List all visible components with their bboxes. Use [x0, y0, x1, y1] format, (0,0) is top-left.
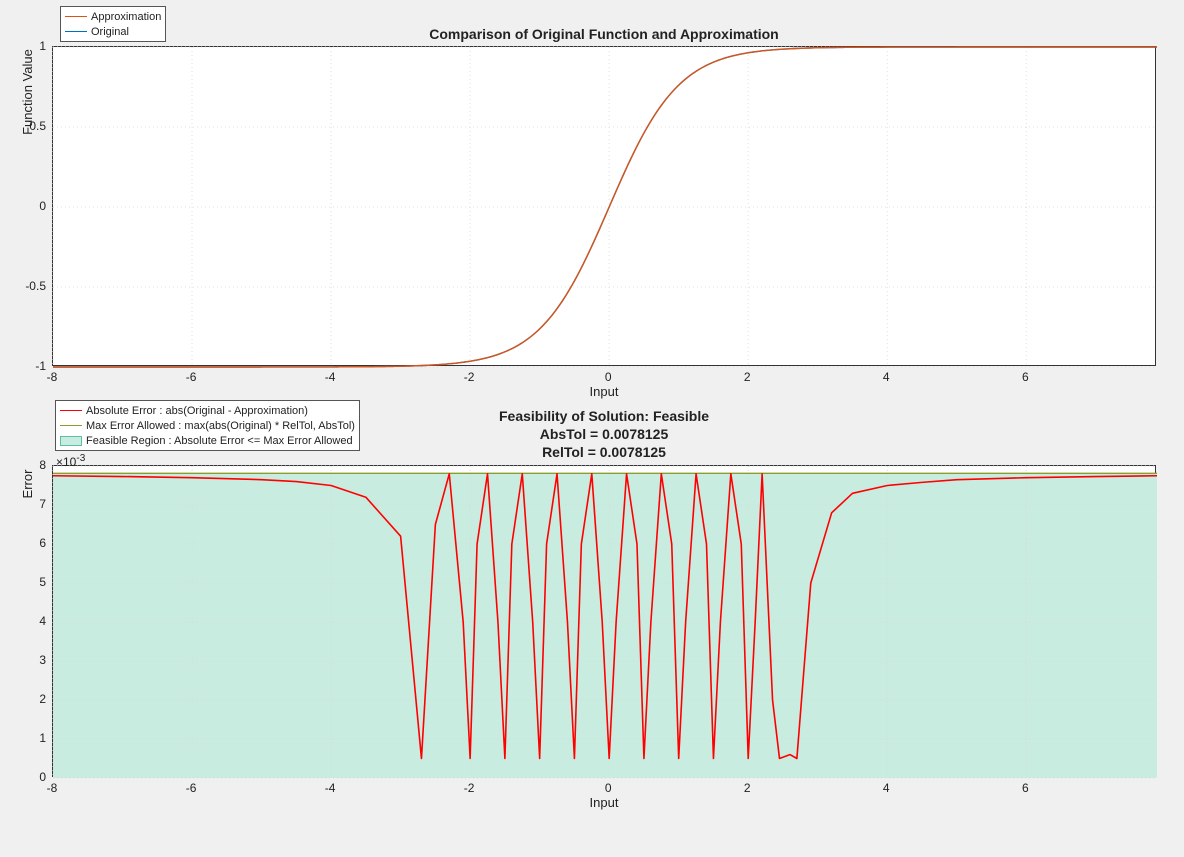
legend-top[interactable]: Approximation Original: [60, 6, 166, 42]
legend-swatch-icon: [60, 410, 82, 411]
legend-bottom-label-1: Max Error Allowed : max(abs(Original) * …: [86, 420, 355, 432]
legend-bottom-item: Max Error Allowed : max(abs(Original) * …: [60, 418, 355, 433]
legend-bottom[interactable]: Absolute Error : abs(Original - Approxim…: [55, 400, 360, 451]
legend-top-label-1: Original: [91, 26, 129, 38]
legend-top-item: Original: [65, 24, 161, 39]
tick-label: 1: [39, 731, 46, 745]
tick-label: -4: [325, 370, 336, 384]
tick-label: -2: [464, 370, 475, 384]
tick-label: -2: [464, 781, 475, 795]
tick-label: -4: [325, 781, 336, 795]
axes-top[interactable]: [52, 46, 1156, 366]
axes-bottom-exponent: ×10-3: [56, 453, 85, 469]
tick-label: -0.5: [25, 279, 46, 293]
axes-bottom-plot: [53, 466, 1157, 778]
legend-bottom-label-0: Absolute Error : abs(Original - Approxim…: [86, 405, 308, 417]
tick-label: 0: [39, 770, 46, 784]
tick-label: 8: [39, 458, 46, 472]
tick-label: 4: [39, 614, 46, 628]
tick-label: 4: [883, 781, 890, 795]
legend-bottom-item: Feasible Region : Absolute Error <= Max …: [60, 433, 355, 448]
tick-label: 4: [883, 370, 890, 384]
tick-label: 0: [605, 370, 612, 384]
figure: Comparison of Original Function and Appr…: [0, 0, 1184, 857]
tick-label: 3: [39, 653, 46, 667]
axes-top-plot: [53, 47, 1157, 367]
tick-label: -6: [186, 781, 197, 795]
tick-label: 6: [1022, 370, 1029, 384]
tick-label: 0: [39, 199, 46, 213]
legend-bottom-item: Absolute Error : abs(Original - Approxim…: [60, 403, 355, 418]
axes-bottom-ylabel: Error: [20, 328, 35, 640]
legend-swatch-icon: [60, 425, 82, 426]
legend-swatch-icon: [65, 16, 87, 17]
tick-label: 2: [39, 692, 46, 706]
exp-sup: -3: [76, 453, 85, 464]
legend-top-label-0: Approximation: [91, 11, 161, 23]
legend-swatch-icon: [65, 31, 87, 32]
tick-label: 6: [1022, 781, 1029, 795]
tick-label: -8: [47, 781, 58, 795]
tick-label: 5: [39, 575, 46, 589]
tick-label: 2: [744, 370, 751, 384]
legend-patch-icon: [60, 436, 82, 446]
tick-label: -8: [47, 370, 58, 384]
tick-label: 7: [39, 497, 46, 511]
legend-bottom-label-2: Feasible Region : Absolute Error <= Max …: [86, 435, 353, 447]
tick-label: 2: [744, 781, 751, 795]
tick-label: 0.5: [29, 119, 46, 133]
axes-top-xlabel: Input: [52, 384, 1156, 399]
tick-label: -1: [35, 359, 46, 373]
tick-label: 1: [39, 39, 46, 53]
axes-top-title: Comparison of Original Function and Appr…: [52, 26, 1156, 42]
tick-label: 0: [605, 781, 612, 795]
legend-top-item: Approximation: [65, 9, 161, 24]
tick-label: -6: [186, 370, 197, 384]
axes-bottom[interactable]: [52, 465, 1156, 777]
tick-label: 6: [39, 536, 46, 550]
exp-base: ×10: [56, 455, 76, 469]
axes-bottom-xlabel: Input: [52, 795, 1156, 810]
